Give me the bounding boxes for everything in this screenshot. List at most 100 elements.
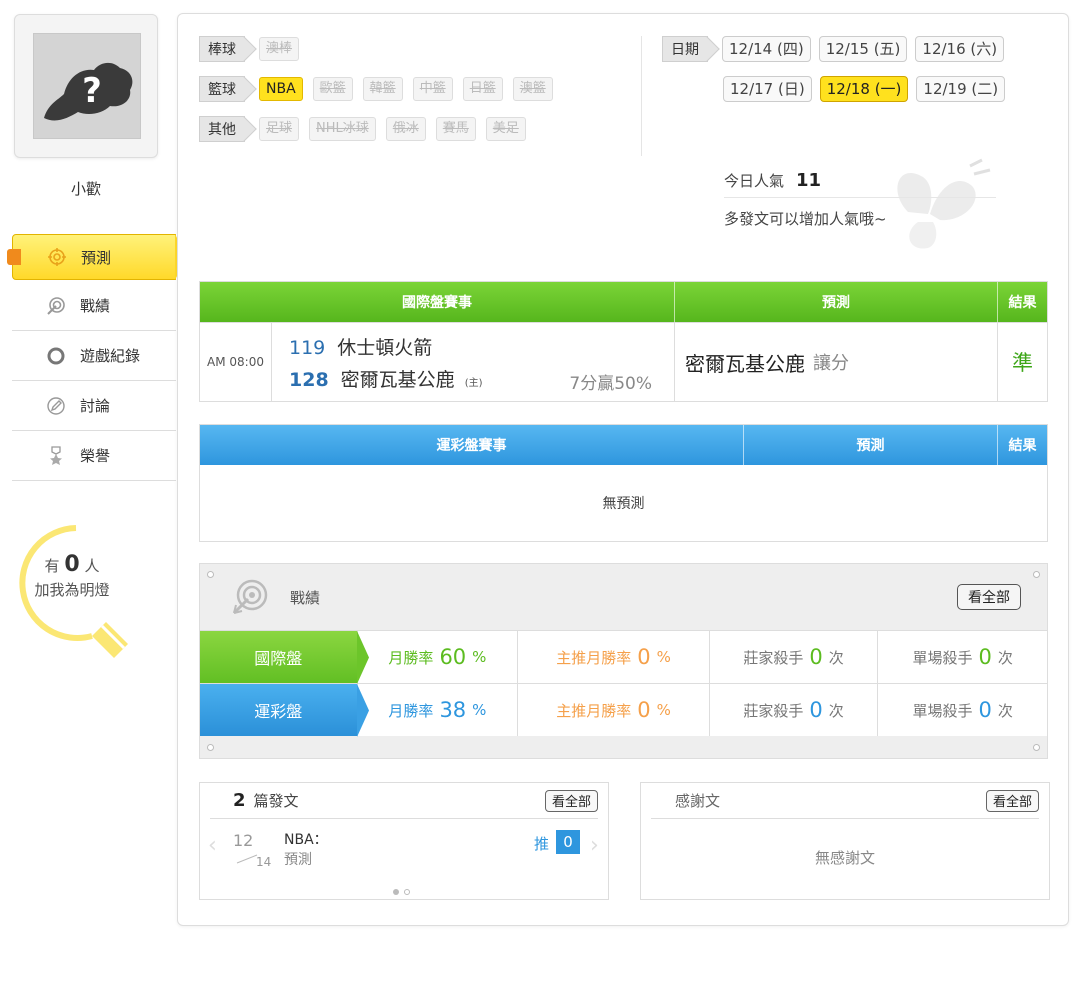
- option-aus-basketball[interactable]: 澳籃: [512, 77, 553, 101]
- month-win-rate-lottery: 月勝率 38%: [358, 684, 519, 736]
- table-header: 運彩盤賽事 預測 結果: [200, 425, 1047, 465]
- date-button-1216[interactable]: 12/16 (六): [915, 36, 1005, 62]
- month-win-rate-intl: 月勝率 60%: [358, 631, 519, 683]
- post-title[interactable]: 預測: [284, 849, 312, 869]
- game-teams: 119 休士頓火箭 128 密爾瓦基公鹿 (主) 7分贏50%: [272, 323, 675, 401]
- date-button-1214[interactable]: 12/14 (四): [722, 36, 811, 62]
- home-mark: (主): [464, 378, 483, 389]
- column-header-result: 結果: [1008, 295, 1037, 311]
- thanks-box: 感謝文 看全部 無感謝文: [640, 782, 1050, 900]
- sidebar-item-record[interactable]: 戰績: [12, 281, 176, 331]
- sidebar-item-label: 討論: [80, 397, 111, 415]
- intl-prediction-table: 國際盤賽事 預測 結果 AM 08:00 119 休士頓火箭 128 密爾瓦基公鹿 …: [199, 281, 1048, 402]
- posts-view-all-button[interactable]: 看全部: [544, 789, 598, 812]
- post-list-item[interactable]: ‹ 12 14 NBA： 預測 推 0 ›: [200, 819, 608, 879]
- post-count: 2: [233, 790, 246, 811]
- single-killer-intl: 單場殺手 0 次: [912, 645, 1013, 669]
- date-button-1215[interactable]: 12/15 (五): [818, 36, 908, 62]
- filter-other: 其他 足球 NHL冰球 俄冰 賽馬 美足: [199, 116, 536, 142]
- sidebar-item-honor[interactable]: 榮譽: [12, 431, 176, 481]
- home-score: 128: [289, 369, 329, 391]
- record-row-intl: 國際盤 月勝率 60% 主推月勝率 0% 莊家殺手 0 次 單場殺手 0 次: [200, 630, 1047, 684]
- date-button-1218[interactable]: 12/18 (一): [819, 76, 909, 102]
- option-american-football[interactable]: 美足: [485, 117, 526, 141]
- thanks-header: 感謝文 看全部: [651, 783, 1039, 819]
- main-win-rate-lottery: 主推月勝率 0%: [518, 684, 710, 736]
- column-header-prediction: 預測: [744, 425, 998, 465]
- banker-killer-intl: 莊家殺手 0 次: [710, 631, 879, 683]
- sidebar-item-label: 榮譽: [80, 447, 111, 465]
- result-cell: 準: [1012, 351, 1033, 375]
- main-panel: 棒球 澳棒 籃球 NBA 歐籃 韓籃 中籃 日籃 澳籃 其他 足球 NHL冰球 …: [177, 13, 1069, 926]
- filter-baseball: 棒球 澳棒: [199, 36, 309, 62]
- lottery-prediction-table: 運彩盤賽事 預測 結果 無預測: [199, 424, 1048, 542]
- popularity-box: 今日人氣 11 多發文可以增加人氣哦~: [724, 164, 996, 229]
- option-china-basketball[interactable]: 中籃: [412, 77, 453, 101]
- away-team: 休士頓火箭: [337, 337, 433, 359]
- profile-page: ? 小歡 預測 戰績 遊戲紀錄 討論 榮譽 有 0 人 加我為明燈 棒球 澳棒 …: [0, 0, 1080, 992]
- pick-team: 密爾瓦基公鹿: [685, 351, 805, 376]
- corner-dot: [1033, 744, 1040, 751]
- medal-icon: [46, 445, 66, 466]
- option-korea-basketball[interactable]: 韓籃: [362, 77, 403, 101]
- record-header: 戰績 看全部: [200, 564, 1047, 630]
- push-count: 0: [556, 830, 580, 854]
- date-button-1219[interactable]: 12/19 (二): [916, 76, 1006, 102]
- empty-message: 無預測: [602, 496, 645, 512]
- record-title: 戰績: [290, 588, 321, 607]
- username: 小歡: [70, 180, 101, 198]
- option-russia-hockey[interactable]: 俄冰: [385, 117, 426, 141]
- option-soccer[interactable]: 足球: [259, 117, 300, 141]
- filter-basketball: 籃球 NBA 歐籃 韓籃 中籃 日籃 澳籃: [199, 76, 563, 102]
- popularity-value: 11: [796, 170, 822, 191]
- sidebar-item-label: 戰績: [80, 297, 111, 315]
- single-killer-lottery: 單場殺手 0 次: [912, 698, 1013, 722]
- posts-box: 2 篇發文 看全部 ‹ 12 14 NBA： 預測 推 0 ›: [199, 782, 609, 900]
- dartboard-icon: [46, 296, 66, 316]
- corner-dot: [207, 571, 214, 578]
- option-aus-baseball[interactable]: 澳棒: [259, 37, 300, 61]
- column-header-prediction: 預測: [675, 282, 998, 322]
- corner-dot: [1033, 571, 1040, 578]
- thanks-view-all-button[interactable]: 看全部: [985, 789, 1039, 812]
- popularity-label: 今日人氣: [724, 172, 785, 190]
- follower-number: 0: [64, 552, 80, 577]
- table-row[interactable]: AM 08:00 119 休士頓火箭 128 密爾瓦基公鹿 (主) 7分贏50% 密…: [200, 322, 1047, 401]
- column-header-event: 運彩盤賽事: [200, 425, 744, 465]
- game-time: AM 08:00: [200, 323, 272, 401]
- pencil-circle-icon: [46, 396, 66, 416]
- pager-dot[interactable]: [404, 889, 410, 895]
- odds-text: 7分贏50%: [569, 374, 652, 394]
- avatar[interactable]: ?: [14, 14, 158, 158]
- option-japan-basketball[interactable]: 日籃: [462, 77, 503, 101]
- sidebar-nav: 預測 戰績 遊戲紀錄 討論 榮譽: [7, 234, 187, 481]
- category-tag-date: 日期: [662, 36, 708, 62]
- sidebar-item-game-history[interactable]: 遊戲紀錄: [12, 331, 176, 381]
- record-view-all-button[interactable]: 看全部: [957, 584, 1021, 610]
- pager-dot-active[interactable]: [393, 889, 399, 895]
- pick-type: 讓分: [813, 353, 849, 374]
- sidebar-item-prediction[interactable]: 預測: [7, 234, 187, 280]
- post-day: 14: [256, 855, 272, 869]
- sidebar-item-discussion[interactable]: 討論: [12, 381, 176, 431]
- thanks-empty-message: 無感謝文: [814, 848, 875, 867]
- option-nba[interactable]: NBA: [259, 77, 303, 101]
- svg-text:?: ?: [82, 71, 102, 111]
- date-filter-row-1: 日期 12/14 (四) 12/15 (五) 12/16 (六): [662, 36, 1012, 62]
- prev-arrow-icon[interactable]: ‹: [208, 833, 217, 858]
- main-win-rate-intl: 主推月勝率 0%: [518, 631, 710, 683]
- thanks-title: 感謝文: [675, 792, 721, 810]
- category-tag-baseball: 棒球: [199, 36, 245, 62]
- away-score: 119: [289, 337, 326, 359]
- option-euro-basketball[interactable]: 歐籃: [312, 77, 353, 101]
- date-button-1217[interactable]: 12/17 (日): [723, 76, 812, 102]
- next-arrow-icon[interactable]: ›: [590, 833, 599, 858]
- date-filter-row-2: 12/17 (日) 12/18 (一) 12/19 (二): [723, 76, 1013, 102]
- corner-dot: [207, 744, 214, 751]
- option-nhl[interactable]: NHL冰球: [309, 117, 376, 141]
- post-category: NBA：: [284, 832, 328, 848]
- sidebar-item-label: 遊戲紀錄: [80, 347, 141, 365]
- record-panel: 戰績 看全部 國際盤 月勝率 60% 主推月勝率 0% 莊家殺手 0 次 單場殺手 0 次 …: [199, 563, 1048, 759]
- column-header-event: 國際盤賽事: [200, 282, 675, 322]
- option-horse-racing[interactable]: 賽馬: [435, 117, 476, 141]
